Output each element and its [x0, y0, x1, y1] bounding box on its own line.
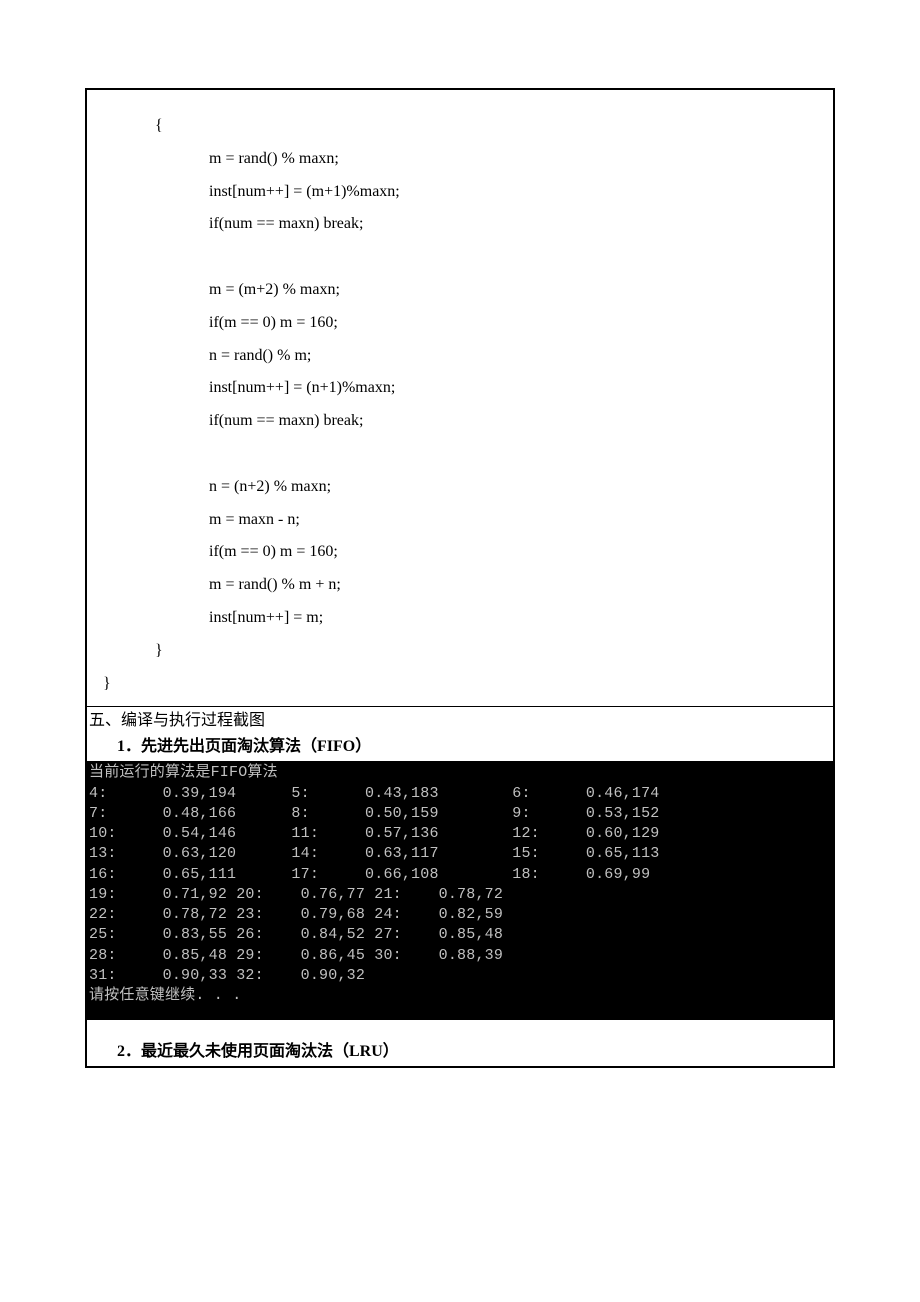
code-line: if(m == 0) m = 160; — [97, 307, 823, 340]
code-line: { — [97, 110, 823, 143]
code-line: } — [97, 668, 823, 701]
code-line: m = rand() % maxn; — [97, 143, 823, 176]
code-line: inst[num++] = (m+1)%maxn; — [97, 176, 823, 209]
code-line: m = (m+2) % maxn; — [97, 274, 823, 307]
code-line — [97, 438, 823, 471]
code-line: n = (n+2) % maxn; — [97, 471, 823, 504]
code-line — [97, 241, 823, 274]
code-line: inst[num++] = m; — [97, 602, 823, 635]
code-line: inst[num++] = (n+1)%maxn; — [97, 372, 823, 405]
code-line: if(num == maxn) break; — [97, 208, 823, 241]
page-frame: {m = rand() % maxn;inst[num++] = (m+1)%m… — [85, 88, 835, 1068]
code-line: if(m == 0) m = 160; — [97, 536, 823, 569]
code-line: } — [97, 635, 823, 668]
code-line: n = rand() % m; — [97, 340, 823, 373]
spacer — [87, 1020, 833, 1038]
code-line: if(num == maxn) break; — [97, 405, 823, 438]
terminal-output-fifo: 当前运行的算法是FIFO算法 4: 0.39,194 5: 0.43,183 6… — [87, 761, 833, 1020]
code-block: {m = rand() % maxn;inst[num++] = (m+1)%m… — [87, 90, 833, 706]
code-line: m = rand() % m + n; — [97, 569, 823, 602]
section-5-heading: 五、编译与执行过程截图 — [87, 707, 833, 733]
subheading-lru: 2．最近最久未使用页面淘汰法（LRU） — [87, 1038, 833, 1066]
subheading-fifo: 1．先进先出页面淘汰算法（FIFO） — [87, 733, 833, 761]
code-line: m = maxn - n; — [97, 504, 823, 537]
